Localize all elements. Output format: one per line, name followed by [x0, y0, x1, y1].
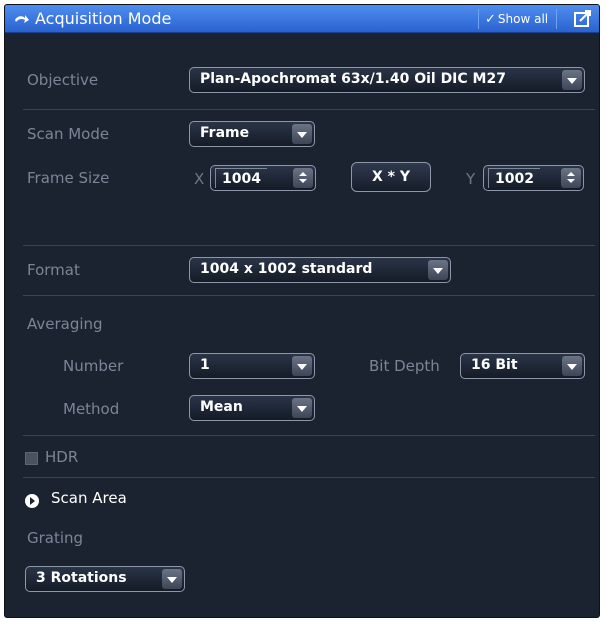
detach-window-icon[interactable]: [573, 10, 593, 28]
method-label: Method: [63, 400, 120, 418]
dropdown-arrow-icon: [562, 70, 582, 90]
spin-up-icon[interactable]: [567, 172, 575, 176]
frame-size-y-spinbox[interactable]: 1002: [483, 165, 584, 191]
expander-icon[interactable]: [25, 494, 39, 508]
hdr-checkbox[interactable]: [25, 452, 38, 465]
spin-down-icon[interactable]: [299, 179, 307, 183]
show-all-label: Show all: [497, 12, 549, 26]
checkmark-icon: ✓: [485, 12, 496, 27]
method-value: Mean: [200, 399, 243, 415]
grating-dropdown[interactable]: 3 Rotations: [25, 566, 185, 592]
hdr-label: HDR: [45, 448, 79, 466]
grating-label: Grating: [27, 529, 84, 547]
number-dropdown[interactable]: 1: [189, 353, 315, 379]
frame-size-label: Frame Size: [27, 169, 110, 187]
objective-dropdown[interactable]: Plan-Apochromat 63x/1.40 Oil DIC M27: [189, 67, 585, 93]
divider: [23, 109, 595, 110]
spin-up-icon[interactable]: [299, 172, 307, 176]
objective-label: Objective: [27, 71, 99, 89]
scan-mode-dropdown[interactable]: Frame: [189, 121, 315, 147]
show-all-toggle[interactable]: ✓ Show all: [478, 9, 558, 29]
spin-buttons[interactable]: [561, 168, 581, 188]
frame-size-x-value[interactable]: 1004: [215, 168, 267, 188]
panel-title: Acquisition Mode: [35, 9, 172, 28]
scan-area-header[interactable]: Scan Area: [51, 489, 127, 507]
dropdown-arrow-icon: [292, 356, 312, 376]
objective-value: Plan-Apochromat 63x/1.40 Oil DIC M27: [200, 71, 506, 87]
dropdown-arrow-icon: [292, 398, 312, 418]
x-times-y-button[interactable]: X * Y: [351, 162, 431, 192]
frame-size-x-label: X: [194, 170, 205, 188]
dropdown-arrow-icon: [162, 569, 182, 589]
averaging-label: Averaging: [27, 315, 103, 333]
frame-size-y-label: Y: [466, 170, 476, 188]
method-dropdown[interactable]: Mean: [189, 395, 315, 421]
grating-value: 3 Rotations: [36, 570, 127, 586]
dropdown-arrow-icon: [562, 356, 582, 376]
spin-down-icon[interactable]: [567, 179, 575, 183]
dropdown-arrow-icon: [428, 260, 448, 280]
spin-buttons[interactable]: [293, 168, 313, 188]
frame-size-y-value[interactable]: 1002: [488, 168, 540, 188]
divider: [23, 245, 595, 246]
collapse-arrow-icon[interactable]: [13, 11, 31, 27]
format-dropdown[interactable]: 1004 x 1002 standard: [189, 257, 451, 283]
dropdown-arrow-icon: [292, 124, 312, 144]
scan-mode-value: Frame: [200, 125, 250, 141]
number-label: Number: [63, 357, 124, 375]
bit-depth-label: Bit Depth: [369, 357, 440, 375]
format-value: 1004 x 1002 standard: [200, 261, 373, 277]
divider: [23, 295, 595, 296]
bit-depth-value: 16 Bit: [471, 357, 518, 373]
acquisition-mode-panel: Acquisition Mode ✓ Show all Objective Pla…: [4, 4, 600, 618]
scan-mode-label: Scan Mode: [27, 125, 110, 143]
divider: [23, 435, 595, 436]
format-label: Format: [27, 261, 80, 279]
divider: [23, 477, 595, 478]
number-value: 1: [200, 357, 210, 373]
frame-size-x-spinbox[interactable]: 1004: [210, 165, 316, 191]
bit-depth-dropdown[interactable]: 16 Bit: [460, 353, 585, 379]
panel-titlebar[interactable]: Acquisition Mode ✓ Show all: [5, 5, 599, 33]
